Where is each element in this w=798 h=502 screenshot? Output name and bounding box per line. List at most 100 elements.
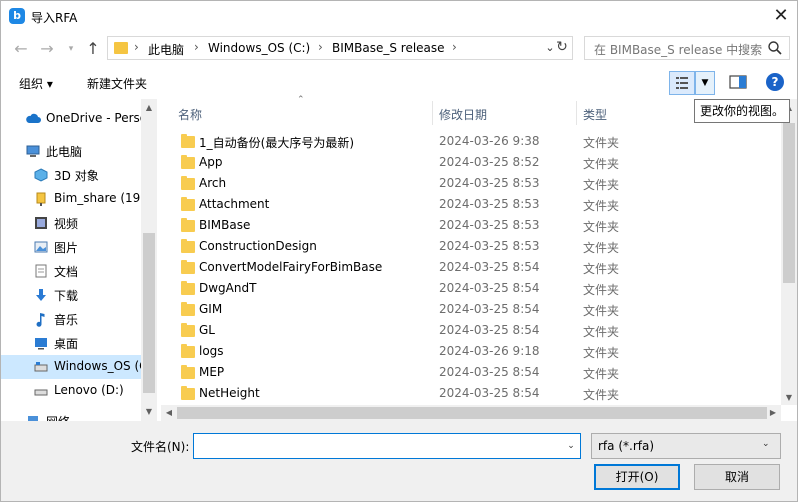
picture-icon [34, 241, 48, 253]
file-row[interactable]: NetHeight 2024-03-25 8:54 文件夹 [171, 384, 777, 405]
scroll-down-icon[interactable]: ▼ [141, 405, 157, 419]
nav-item-lenovo-d[interactable]: Lenovo (D:) [1, 379, 141, 403]
file-row[interactable]: Arch 2024-03-25 8:53 文件夹 [171, 174, 777, 195]
nav-item-bim-share[interactable]: Bim_share (192 [1, 187, 148, 211]
search-icon[interactable] [767, 40, 783, 56]
file-row[interactable]: DwgAndT 2024-03-25 8:54 文件夹 [171, 279, 777, 300]
file-name: NetHeight [199, 386, 260, 400]
file-date: 2024-03-25 8:54 [439, 365, 540, 379]
folder-icon [181, 386, 195, 400]
address-bar[interactable]: › 此电脑 › Windows_OS (C:) › BIMBase_S rele… [107, 36, 573, 60]
refresh-icon[interactable]: ↻ [552, 37, 572, 57]
chevron-right-icon[interactable]: › [452, 40, 457, 54]
file-row[interactable]: 1_自动备份(最大序号为最新) 2024-03-26 9:38 文件夹 [171, 132, 777, 153]
file-row[interactable]: App 2024-03-25 8:52 文件夹 [171, 153, 777, 174]
nav-item-music[interactable]: 音乐 [1, 307, 141, 331]
file-row[interactable]: MEP 2024-03-25 8:54 文件夹 [171, 363, 777, 384]
file-type: 文件夹 [583, 157, 620, 171]
title-bar: b 导入RFA ✕ [1, 1, 797, 33]
back-arrow-icon[interactable]: ← [11, 39, 31, 59]
preview-pane-icon[interactable] [729, 74, 747, 90]
app-icon: b [9, 8, 25, 24]
nav-label: 文档 [54, 265, 79, 279]
folder-icon [181, 344, 195, 358]
breadcrumb-release-folder[interactable]: BIMBase_S release [332, 41, 445, 55]
folder-icon [181, 260, 195, 274]
column-divider[interactable] [576, 101, 577, 125]
nav-item-onedrive[interactable]: OneDrive - Perso [1, 107, 147, 131]
file-date: 2024-03-25 8:53 [439, 197, 540, 211]
file-date: 2024-03-26 9:38 [439, 134, 540, 148]
file-row[interactable]: GIM 2024-03-25 8:54 文件夹 [171, 300, 777, 321]
folder-icon [181, 218, 195, 232]
column-header-date[interactable]: 修改日期 [439, 106, 487, 130]
file-date: 2024-03-25 8:54 [439, 386, 540, 400]
import-rfa-dialog: b 导入RFA ✕ ← → ▾ ↑ › 此电脑 › Windows_OS (C:… [0, 0, 798, 502]
view-options-dropdown[interactable]: ▼ [695, 71, 715, 95]
column-header-name[interactable]: 名称 [178, 106, 202, 130]
nav-item-pictures[interactable]: 图片 [1, 235, 141, 259]
scroll-right-icon[interactable]: ▶ [765, 406, 781, 420]
file-row[interactable]: BIMBase 2024-03-25 8:53 文件夹 [171, 216, 777, 237]
file-row[interactable]: GL 2024-03-25 8:54 文件夹 [171, 321, 777, 342]
nav-label: OneDrive - Perso [46, 111, 148, 125]
horizontal-scrollbar-thumb[interactable] [177, 407, 767, 419]
chevron-down-icon: ⌄ [762, 439, 770, 449]
nav-item-downloads[interactable]: 下载 [1, 283, 141, 307]
drive-icon [34, 362, 48, 372]
open-button[interactable]: 打开(O) [594, 464, 680, 490]
new-folder-button[interactable]: 新建文件夹 [87, 75, 147, 92]
filename-input[interactable] [193, 433, 581, 459]
chevron-right-icon[interactable]: › [318, 40, 323, 54]
nav-item-this-pc[interactable]: 此电脑 [1, 139, 141, 163]
file-type: 文件夹 [583, 262, 620, 276]
folder-icon [181, 155, 195, 169]
nav-item-videos[interactable]: 视频 [1, 211, 141, 235]
file-row[interactable]: ConvertModelFairyForBimBase 2024-03-25 8:… [171, 258, 777, 279]
change-view-button[interactable] [669, 71, 695, 95]
nav-label: 此电脑 [46, 145, 83, 159]
file-row[interactable]: logs 2024-03-26 9:18 文件夹 [171, 342, 777, 363]
scroll-up-icon[interactable]: ▲ [141, 101, 157, 115]
file-row[interactable]: Attachment 2024-03-25 8:53 文件夹 [171, 195, 777, 216]
nav-item-3d-objects[interactable]: 3D 对象 [1, 163, 141, 187]
file-name: Arch [199, 176, 227, 190]
file-date: 2024-03-25 8:54 [439, 302, 540, 316]
chevron-right-icon[interactable]: › [134, 40, 139, 54]
file-type: 文件夹 [583, 241, 620, 255]
nav-scrollbar-thumb[interactable] [143, 233, 155, 393]
folder-icon [181, 302, 195, 316]
file-date: 2024-03-25 8:53 [439, 239, 540, 253]
column-divider[interactable] [432, 101, 433, 125]
nav-item-network[interactable]: 网络 [1, 409, 141, 421]
file-list-scrollbar-thumb[interactable] [783, 123, 795, 283]
search-placeholder: 在 BIMBase_S release 中搜索 [594, 43, 763, 57]
breadcrumb-this-pc[interactable]: 此电脑 [148, 41, 184, 58]
close-icon[interactable]: ✕ [767, 3, 795, 31]
file-row[interactable]: ConstructionDesign 2024-03-25 8:53 文件夹 [171, 237, 777, 258]
nav-item-documents[interactable]: 文档 [1, 259, 141, 283]
forward-arrow-icon[interactable]: → [37, 39, 57, 59]
scroll-left-icon[interactable]: ◀ [161, 406, 177, 420]
nav-label: 网络 [46, 413, 70, 421]
file-name: App [199, 155, 223, 169]
nav-item-windows-os[interactable]: Windows_OS (C [1, 355, 148, 379]
chevron-right-icon[interactable]: › [194, 40, 199, 54]
file-name: 1_自动备份(最大序号为最新) [199, 136, 354, 150]
cancel-button[interactable]: 取消 [694, 464, 780, 490]
column-header-type[interactable]: 类型 [583, 106, 607, 130]
help-icon[interactable]: ? [766, 73, 784, 91]
up-arrow-icon[interactable]: ↑ [83, 39, 103, 59]
scroll-down-icon[interactable]: ▼ [781, 391, 797, 405]
video-icon [35, 217, 47, 229]
folder-icon [114, 42, 128, 54]
nav-item-desktop[interactable]: 桌面 [1, 331, 141, 355]
breadcrumb-drive-c[interactable]: Windows_OS (C:) [208, 41, 310, 55]
file-type-filter[interactable]: rfa (*.rfa) ⌄ [591, 433, 781, 459]
organize-button[interactable]: 组织 ▾ [19, 75, 53, 92]
file-type: 文件夹 [583, 199, 620, 213]
nav-label: 3D 对象 [54, 169, 99, 183]
search-input[interactable]: 在 BIMBase_S release 中搜索 [584, 36, 790, 60]
chevron-down-icon[interactable]: ⌄ [563, 438, 579, 454]
recent-dropdown-icon[interactable]: ▾ [61, 39, 81, 59]
